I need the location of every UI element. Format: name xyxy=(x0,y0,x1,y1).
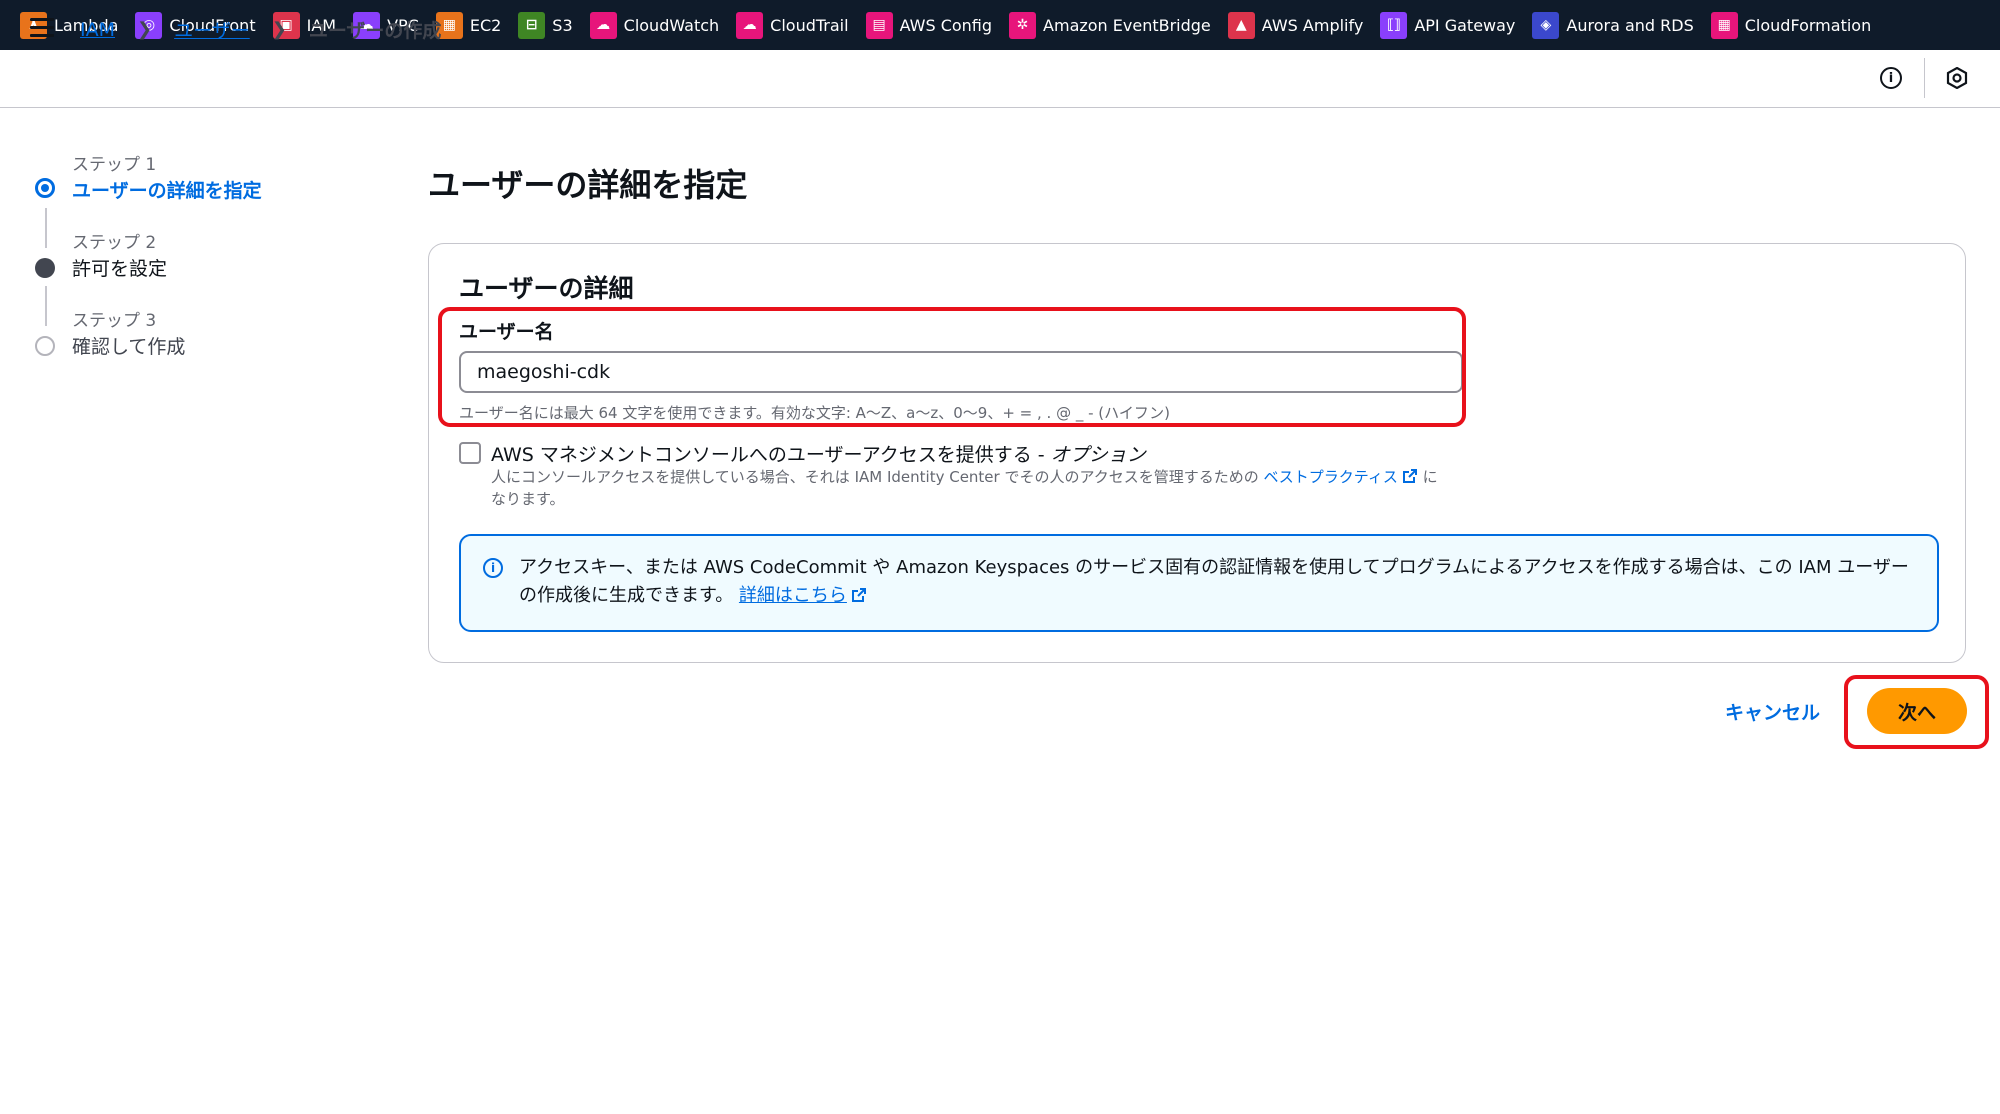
divider xyxy=(1924,58,1925,98)
step-number: ステップ 1 xyxy=(72,155,157,175)
service-label: S3 xyxy=(552,15,573,35)
step-title: 確認して作成 xyxy=(72,336,186,358)
service-cloudtrail[interactable]: ☁ CloudTrail xyxy=(736,11,855,39)
breadcrumb-users-link[interactable]: ユーザー xyxy=(174,16,250,43)
settings-hexagon-icon[interactable] xyxy=(1946,67,1968,89)
step-active-indicator-icon xyxy=(35,178,55,198)
breadcrumb-current: ユーザーの作成 xyxy=(308,20,442,42)
step-title[interactable]: ユーザーの詳細を指定 xyxy=(72,176,262,203)
best-practice-link-text: ベストプラクティス xyxy=(1263,468,1398,486)
aws-config-icon: ▤ xyxy=(865,11,893,39)
step-connector xyxy=(45,208,47,248)
service-ec2[interactable]: ▦ EC2 xyxy=(435,11,508,39)
service-cloudwatch[interactable]: ☁ CloudWatch xyxy=(589,11,727,39)
api-gateway-icon: ⟦⟧ xyxy=(1380,11,1408,39)
best-practice-link[interactable]: ベストプラクティス xyxy=(1264,468,1418,486)
learn-more-link-text: 詳細はこちら xyxy=(738,585,847,606)
service-amplify[interactable]: ▲ AWS Amplify xyxy=(1227,11,1371,39)
cloudwatch-icon: ☁ xyxy=(589,11,617,39)
page-title: ユーザーの詳細を指定 xyxy=(428,166,748,204)
alert-text: アクセスキー、または AWS CodeCommit や Amazon Keysp… xyxy=(519,557,1909,606)
chevron-right-icon: ❯ xyxy=(271,19,287,40)
username-label: ユーザー名 xyxy=(459,321,554,343)
username-constraint-text: ユーザー名には最大 64 文字を使用できます。有効な文字: A〜Z、a〜z、0〜… xyxy=(459,404,1171,422)
cancel-button[interactable]: キャンセル xyxy=(1725,698,1820,725)
service-eventbridge[interactable]: ✲ Amazon EventBridge xyxy=(1009,11,1218,39)
service-s3[interactable]: ⊟ S3 xyxy=(518,11,579,39)
step-number: ステップ 3 xyxy=(72,311,157,331)
aurora-rds-icon: ◈ xyxy=(1532,11,1560,39)
chevron-right-icon: ❯ xyxy=(137,19,153,40)
service-label: AWS Amplify xyxy=(1261,15,1364,35)
service-cloudformation[interactable]: ▦ CloudFormation xyxy=(1710,11,1878,39)
service-label: EC2 xyxy=(469,15,502,35)
step-connector xyxy=(45,286,47,326)
step-number: ステップ 2 xyxy=(72,233,157,253)
panel-title: ユーザーの詳細 xyxy=(459,274,634,303)
external-link-icon xyxy=(1402,469,1417,483)
service-label: CloudFormation xyxy=(1744,15,1872,35)
step-indicator-icon xyxy=(35,336,55,356)
s3-icon: ⊟ xyxy=(518,11,546,39)
user-details-panel: ユーザーの詳細 ユーザー名 ユーザー名には最大 64 文字を使用できます。有効な… xyxy=(428,243,1966,663)
external-link-icon[interactable] xyxy=(851,587,867,603)
service-api-gateway[interactable]: ⟦⟧ API Gateway xyxy=(1380,11,1522,39)
alert-message: アクセスキー、または AWS CodeCommit や Amazon Keysp… xyxy=(519,554,1919,610)
eventbridge-icon: ✲ xyxy=(1009,11,1037,39)
console-access-description: 人にコンソールアクセスを提供している場合、それは IAM Identity Ce… xyxy=(491,466,1451,510)
info-icon[interactable]: i xyxy=(1880,67,1902,89)
service-label: API Gateway xyxy=(1414,15,1516,35)
service-label: Amazon EventBridge xyxy=(1043,15,1211,35)
console-access-checkbox[interactable] xyxy=(459,442,481,464)
service-label: Aurora and RDS xyxy=(1566,15,1694,35)
breadcrumb-iam-link[interactable]: IAM xyxy=(80,19,115,41)
cloudtrail-icon: ☁ xyxy=(736,11,764,39)
learn-more-link[interactable]: 詳細はこちら xyxy=(739,585,847,606)
step-indicator-icon xyxy=(35,258,55,278)
console-access-label-text: AWS マネジメントコンソールへのユーザーアクセスを提供する - xyxy=(491,444,1051,466)
amplify-icon: ▲ xyxy=(1227,11,1255,39)
next-button[interactable]: 次へ xyxy=(1867,688,1967,734)
service-aws-config[interactable]: ▤ AWS Config xyxy=(865,11,999,39)
service-aurora-rds[interactable]: ◈ Aurora and RDS xyxy=(1532,11,1700,39)
service-label: CloudTrail xyxy=(770,15,849,35)
menu-icon[interactable] xyxy=(30,18,54,40)
info-icon: i xyxy=(483,558,503,578)
username-input[interactable] xyxy=(459,351,1463,393)
breadcrumb-bar xyxy=(0,50,2000,108)
info-alert: i アクセスキー、または AWS CodeCommit や Amazon Key… xyxy=(459,534,1939,632)
breadcrumb: IAM ❯ ユーザー ❯ ユーザーの作成 xyxy=(80,16,441,43)
optional-text: オプション xyxy=(1050,444,1146,466)
description-text: 人にコンソールアクセスを提供している場合、それは IAM Identity Ce… xyxy=(491,468,1264,486)
service-label: AWS Config xyxy=(899,15,993,35)
console-access-label[interactable]: AWS マネジメントコンソールへのユーザーアクセスを提供する - オプション xyxy=(491,440,1146,467)
cloudformation-icon: ▦ xyxy=(1710,11,1738,39)
step-title: 許可を設定 xyxy=(72,258,168,280)
service-label: CloudWatch xyxy=(623,15,720,35)
